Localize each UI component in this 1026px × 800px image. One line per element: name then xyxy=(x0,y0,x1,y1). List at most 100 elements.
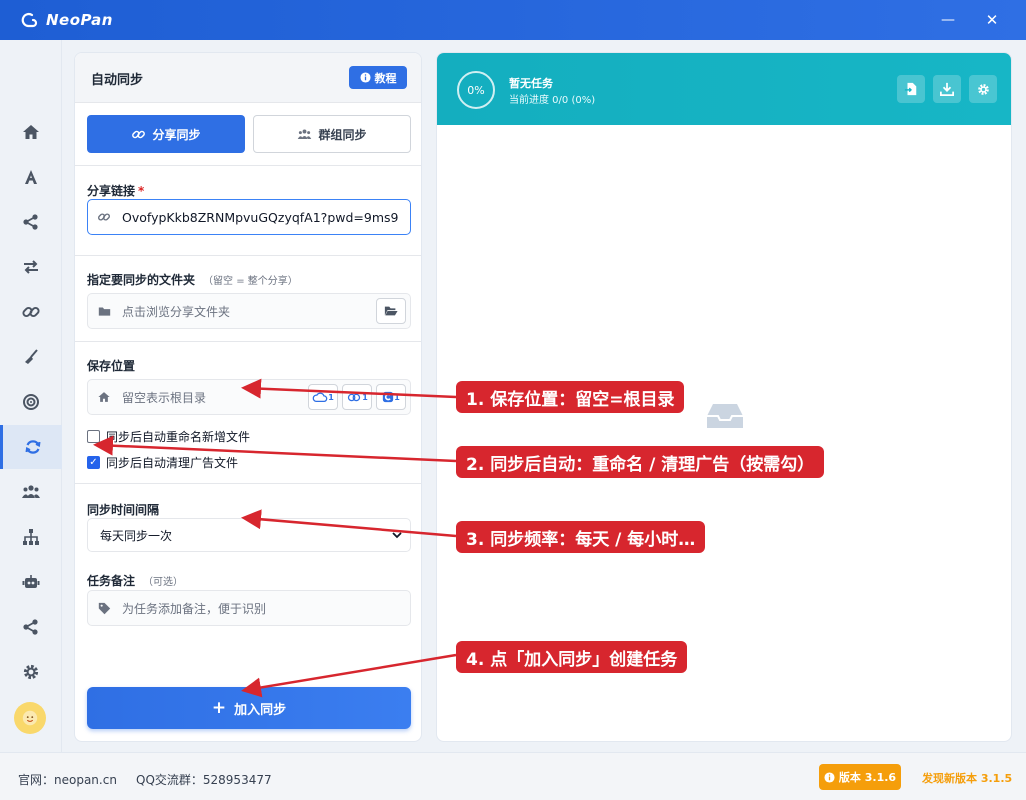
task-settings-button[interactable] xyxy=(969,75,997,103)
version-text: 版本 3.1.6 xyxy=(838,771,897,784)
option-auto-clean-ads[interactable]: ✓ 同步后自动清理广告文件 xyxy=(87,454,238,471)
sidebar-item-home[interactable] xyxy=(0,110,62,154)
auto-rename-checkbox[interactable] xyxy=(87,430,100,443)
sidebar-item-sync[interactable] xyxy=(0,425,62,469)
task-header: 0% 暂无任务 当前进度 0/0 (0%) xyxy=(437,53,1011,125)
folder-placeholder: 点击浏览分享文件夹 xyxy=(122,304,231,319)
panel-header: 自动同步 教程 xyxy=(75,53,421,103)
plus-icon: + xyxy=(211,697,227,718)
cloud-drive-a-button[interactable]: 1 xyxy=(308,384,338,410)
badge-count: 1 xyxy=(328,392,334,402)
folder-label: 指定要同步的文件夹 （留空 = 整个分享） xyxy=(87,271,298,288)
app-title: NeoPan xyxy=(46,11,113,29)
import-button[interactable] xyxy=(897,75,925,103)
add-sync-button[interactable]: + 加入同步 xyxy=(87,687,411,729)
users-icon xyxy=(298,129,312,139)
download-button[interactable] xyxy=(933,75,961,103)
version-badge[interactable]: 版本 3.1.6 xyxy=(819,764,901,790)
folder-hint: （留空 = 整个分享） xyxy=(203,276,298,287)
folder-label-text: 指定要同步的文件夹 xyxy=(87,273,196,287)
cloud-a-icon xyxy=(312,392,328,402)
sidebar-item-settings[interactable] xyxy=(0,650,62,694)
title-bar: NeoPan — ✕ xyxy=(0,0,1026,40)
save-location-label: 保存位置 xyxy=(87,359,136,373)
badge-count: 1 xyxy=(362,392,368,402)
tab-group-sync[interactable]: 群组同步 xyxy=(253,115,411,153)
info-icon xyxy=(359,72,371,83)
minimize-button[interactable]: — xyxy=(936,8,960,32)
font-icon xyxy=(25,170,37,184)
share-icon xyxy=(23,214,38,230)
sidebar-item-target[interactable] xyxy=(0,380,62,424)
user-avatar[interactable] xyxy=(14,702,46,734)
avatar-face-icon xyxy=(22,710,38,726)
broom-icon xyxy=(25,349,38,364)
sidebar-item-share[interactable] xyxy=(0,200,62,244)
sync-interval-value: 每天同步一次 xyxy=(100,528,173,543)
sidebar-item-share-alt[interactable] xyxy=(0,605,62,649)
sidebar-item-group[interactable] xyxy=(0,470,62,514)
new-version-link[interactable]: 发现新版本 3.1.5 xyxy=(922,770,1012,786)
close-button[interactable]: ✕ xyxy=(980,8,1004,32)
save-location-field[interactable]: 留空表示根目录 1 1 1 xyxy=(87,379,411,415)
interval-label: 同步时间间隔 xyxy=(87,503,160,517)
divider xyxy=(75,483,421,484)
divider xyxy=(75,165,421,166)
tutorial-label: 教程 xyxy=(374,71,397,85)
cloud-c-icon xyxy=(383,391,394,403)
qq-group-text: QQ交流群：528953477 xyxy=(136,773,272,787)
gear-icon xyxy=(23,664,39,680)
share-link-label: 分享链接 * xyxy=(87,182,144,199)
save-location-placeholder: 留空表示根目录 xyxy=(122,390,207,405)
cloud-drive-c-button[interactable]: 1 xyxy=(376,384,406,410)
sidebar-item-font[interactable] xyxy=(0,155,62,199)
sidebar-item-transfer[interactable] xyxy=(0,245,62,289)
task-title: 暂无任务 xyxy=(509,77,553,90)
tab-share-sync[interactable]: 分享同步 xyxy=(87,115,245,153)
auto-rename-label: 同步后自动重命名新增文件 xyxy=(106,430,251,444)
required-mark: * xyxy=(138,184,145,198)
annotation-3: 3. 同步频率：每天 / 每小时… xyxy=(456,521,706,553)
target-icon xyxy=(23,394,39,410)
panel-title: 自动同步 xyxy=(91,73,144,88)
auto-clean-ads-checkbox[interactable]: ✓ xyxy=(87,456,100,469)
tag-icon xyxy=(96,600,112,616)
tutorial-button[interactable]: 教程 xyxy=(349,66,407,89)
link-icon xyxy=(22,306,40,318)
annotation-1: 1. 保存位置：留空=根目录 xyxy=(456,381,685,413)
sidebar-item-link[interactable] xyxy=(0,290,62,334)
tab-share-sync-label: 分享同步 xyxy=(152,127,201,142)
link-icon xyxy=(132,130,146,138)
home-icon xyxy=(96,389,112,405)
task-progress-text: 当前进度 0/0 (0%) xyxy=(509,95,596,106)
gear-icon xyxy=(977,83,989,95)
tab-group-sync-label: 群组同步 xyxy=(318,127,367,142)
cloud-drive-b-button[interactable]: 1 xyxy=(342,384,372,410)
task-note-input[interactable]: 为任务添加备注，便于识别 xyxy=(87,590,411,626)
sidebar-item-robot[interactable] xyxy=(0,560,62,604)
add-sync-label: 加入同步 xyxy=(234,702,287,718)
cloud-logo-icon xyxy=(21,12,38,28)
users-icon xyxy=(22,485,40,498)
exchange-icon xyxy=(24,260,38,274)
sidebar-item-sitemap[interactable] xyxy=(0,515,62,559)
website-text: 官网：neopan.cn xyxy=(18,773,117,787)
folder-browse-field[interactable]: 点击浏览分享文件夹 xyxy=(87,293,411,329)
folder-open-icon xyxy=(384,306,398,316)
sync-interval-select[interactable]: 每天同步一次 xyxy=(87,518,411,552)
annotation-4: 4. 点「加入同步」创建任务 xyxy=(456,641,688,673)
auto-clean-ads-label: 同步后自动清理广告文件 xyxy=(106,456,239,470)
share-alt-icon xyxy=(23,619,38,635)
share-link-input[interactable]: OvofypKkb8ZRNMpvuGQzyqfA1?pwd=9ms9 xyxy=(87,199,411,235)
badge-count: 1 xyxy=(394,392,400,402)
file-import-icon xyxy=(904,82,917,96)
chevron-down-icon xyxy=(392,532,402,539)
progress-ring: 0% xyxy=(457,71,495,109)
sidebar-item-clean[interactable] xyxy=(0,335,62,379)
note-hint: （可选） xyxy=(143,577,184,588)
sitemap-icon xyxy=(23,529,39,545)
option-auto-rename[interactable]: 同步后自动重命名新增文件 xyxy=(87,428,250,445)
browse-folder-button[interactable] xyxy=(376,298,406,324)
sidebar xyxy=(0,40,62,752)
sync-form-panel: 自动同步 教程 分享同步 群组同步 分享链接 * OvofypKkb8ZRNMpv… xyxy=(74,52,422,742)
